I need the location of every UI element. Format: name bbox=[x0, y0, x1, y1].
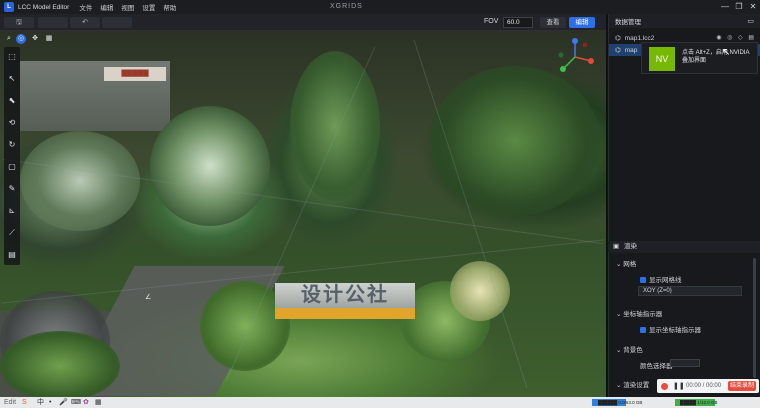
data-management-title: 数据管理 bbox=[615, 19, 641, 26]
tools-icon[interactable]: ▦ bbox=[95, 398, 102, 407]
ruler-icon[interactable]: ⟋ bbox=[6, 227, 18, 239]
main-toolbar: 🖫 ↶ FOV 60.0 查看 编辑 bbox=[0, 14, 606, 31]
axis-section-label: 坐标轴指示器 bbox=[623, 311, 663, 318]
render-panel-title: 渲染 bbox=[624, 243, 637, 250]
building-banner: ▇▇▇▇▇ bbox=[104, 67, 166, 81]
blank-tool-button[interactable] bbox=[38, 17, 68, 28]
tree-splat bbox=[20, 131, 140, 231]
taskbar: Edit S 中 • 🎤 ⌨ ✿ ▦ ██████ 0.0/63.0 GB ██… bbox=[0, 397, 760, 408]
menu-help[interactable]: 帮助 bbox=[163, 2, 176, 12]
show-grid-checkbox[interactable]: 显示网格线 bbox=[640, 274, 682, 284]
shrub-splat bbox=[0, 331, 120, 397]
tree-splat bbox=[150, 106, 270, 226]
layers-icon[interactable]: ▤ bbox=[6, 249, 18, 261]
punctuation-icon[interactable]: • bbox=[49, 398, 51, 407]
grid-section-label: 网格 bbox=[623, 261, 637, 268]
transform-icon[interactable]: ✥ bbox=[30, 34, 40, 44]
render-settings-section[interactable]: ⌄ 渲染设置 bbox=[616, 379, 649, 389]
tree-splat bbox=[290, 51, 380, 201]
search-icon[interactable]: ⌕ bbox=[4, 34, 14, 44]
mouse-cursor-icon: ↖ bbox=[722, 47, 731, 58]
title-bar: L LCC Model Editor 文件 编辑 视图 设置 帮助 XGRIDS… bbox=[0, 0, 760, 14]
save-icon-button[interactable]: 🖫 bbox=[4, 17, 34, 28]
paint-icon[interactable]: ✎ bbox=[6, 183, 18, 195]
measure-icon[interactable]: ⊾ bbox=[6, 205, 18, 217]
menu-view[interactable]: 视图 bbox=[121, 2, 134, 12]
menu-edit[interactable]: 编辑 bbox=[100, 2, 113, 12]
end-recording-button[interactable]: 结束录制 bbox=[728, 381, 756, 391]
show-axis-label: 显示坐标轴指示器 bbox=[649, 327, 701, 334]
tree-item-actions[interactable]: ◉ ◎ ◇ ▤ bbox=[716, 34, 756, 41]
sign-text: 设计公社 bbox=[301, 284, 389, 306]
microphone-icon[interactable]: 🎤 bbox=[59, 398, 68, 407]
pointer-select-icon[interactable]: ⬉ bbox=[6, 95, 18, 107]
menu-settings[interactable]: 设置 bbox=[142, 2, 155, 12]
minimize-button[interactable]: — bbox=[718, 1, 732, 13]
render-icon: ▣ bbox=[613, 243, 620, 250]
color-swatch[interactable] bbox=[670, 359, 700, 367]
nvidia-logo-icon: NV bbox=[649, 47, 675, 71]
3d-viewport[interactable]: ▇▇▇▇▇ 设计公社 ∠ ⌕ ◎ ✥ ▦ ⬚ ↖ ⬉ ⟲ ↻ ▢ ✎ ⊾ ⟋ ▤ bbox=[0, 31, 606, 397]
tree-item-label: map bbox=[624, 46, 638, 54]
bg-section[interactable]: ⌄ 背景色 bbox=[616, 344, 643, 354]
menu-file[interactable]: 文件 bbox=[79, 2, 92, 12]
app-logo-icon: L bbox=[4, 2, 14, 12]
close-button[interactable]: ✕ bbox=[746, 1, 760, 13]
show-axis-checkbox[interactable]: 显示坐标轴指示器 bbox=[640, 324, 701, 334]
checkbox-checked-icon[interactable] bbox=[640, 277, 646, 284]
bg-section-label: 背景色 bbox=[623, 347, 643, 354]
grid-plane-select[interactable]: XOY (Z=0) bbox=[638, 286, 742, 296]
tree-item-label: map1.lcc2 bbox=[624, 34, 655, 42]
data-management-header: 数据管理 ▭ bbox=[609, 14, 760, 28]
tree-splat bbox=[430, 66, 600, 216]
rotate-icon[interactable]: ↻ bbox=[6, 139, 18, 151]
brand-logo: XGRIDS bbox=[330, 3, 363, 10]
crop-icon[interactable]: ▢ bbox=[6, 161, 18, 173]
screen-recording-bar: ❚❚ 00:00 / 00:00 结束录制 bbox=[657, 379, 759, 393]
fov-label: FOV bbox=[484, 18, 499, 25]
cloud-icon: ⌬ bbox=[615, 47, 621, 54]
axis-section[interactable]: ⌄ 坐标轴指示器 bbox=[616, 308, 662, 318]
globe-icon[interactable]: ◎ bbox=[16, 34, 26, 44]
axis-gizmo[interactable] bbox=[555, 37, 595, 77]
checkbox-checked-icon[interactable] bbox=[640, 327, 646, 334]
recording-time: 00:00 / 00:00 bbox=[686, 383, 722, 389]
redo-button[interactable] bbox=[102, 17, 132, 28]
nvidia-overlay-toast[interactable]: NV 点击 Alt+Z，启用 NVIDIA 叠加界面 bbox=[641, 42, 758, 74]
panel-toggle-icon[interactable]: ▭ bbox=[747, 17, 754, 25]
grid-icon[interactable]: ▦ bbox=[44, 34, 54, 44]
taskbar-left-label: Edit bbox=[4, 399, 17, 406]
keyboard-icon[interactable]: ⌨ bbox=[71, 398, 81, 407]
render-panel-scrollbar[interactable] bbox=[753, 258, 756, 378]
pause-icon[interactable]: ❚❚ bbox=[673, 382, 685, 390]
left-tool-column: ⬚ ↖ ⬉ ⟲ ↻ ▢ ✎ ⊾ ⟋ ▤ bbox=[4, 47, 20, 265]
app-title: LCC Model Editor bbox=[18, 3, 70, 11]
fov-input[interactable]: 60.0 bbox=[503, 17, 533, 28]
grid-section[interactable]: ⌄ 网格 bbox=[616, 258, 636, 268]
skin-icon[interactable]: ✿ bbox=[83, 398, 89, 407]
cursor-icon[interactable]: ↖ bbox=[6, 73, 18, 85]
record-dot-icon bbox=[661, 383, 668, 390]
render-panel-header: ▣ 渲染 bbox=[608, 241, 760, 253]
road-marking: ∠ bbox=[145, 294, 152, 301]
color-picker-label: 颜色选择器 bbox=[640, 363, 673, 370]
ime-mode-label[interactable]: 中 bbox=[37, 398, 44, 407]
memory-status: ██████ 0.0/63.0 GB bbox=[598, 400, 643, 405]
select-rect-icon[interactable]: ⬚ bbox=[6, 51, 18, 63]
toast-message: 点击 Alt+Z，启用 NVIDIA 叠加界面 bbox=[682, 50, 750, 64]
lasso-icon[interactable]: ⟲ bbox=[6, 117, 18, 129]
sogou-ime-icon[interactable]: S bbox=[22, 398, 27, 407]
cloud-icon: ⌬ bbox=[615, 35, 621, 42]
show-grid-label: 显示网格线 bbox=[649, 277, 682, 284]
gpu-status: █████ 1/12.0 GB bbox=[680, 400, 718, 405]
edit-mode-button[interactable]: 编辑 bbox=[569, 17, 595, 28]
render-settings-label: 渲染设置 bbox=[623, 382, 650, 389]
view-mode-button[interactable]: 查看 bbox=[540, 17, 566, 28]
viewport-top-tools: ⌕ ◎ ✥ ▦ bbox=[4, 34, 56, 45]
maximize-button[interactable]: ❐ bbox=[732, 1, 746, 13]
undo-button[interactable]: ↶ bbox=[70, 17, 100, 28]
